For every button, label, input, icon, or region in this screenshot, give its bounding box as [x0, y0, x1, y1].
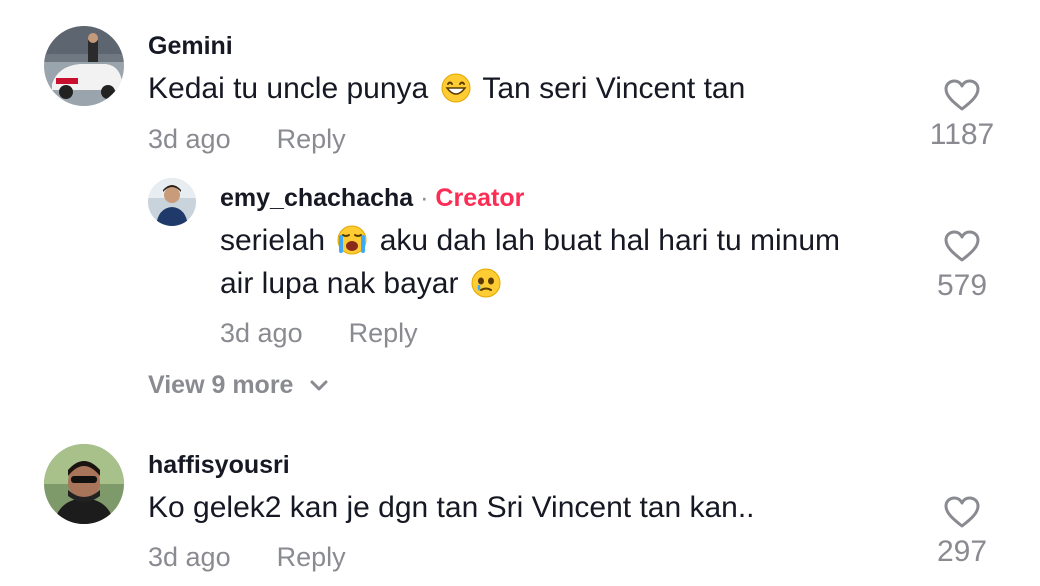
comment-meta: 3d ago Reply	[148, 542, 346, 573]
like-count: 1187	[929, 118, 995, 151]
heart-icon	[944, 496, 980, 528]
reply-button[interactable]: Reply	[277, 542, 346, 572]
comment-timestamp: 3d ago	[148, 124, 231, 154]
reply-text-line-2: air lupa nak bayar	[220, 263, 505, 310]
reply-header: emy_chachacha · Creator	[220, 184, 524, 213]
like-button[interactable]: 579	[917, 229, 1007, 303]
comment-meta: 3d ago Reply	[148, 124, 346, 155]
heart-icon	[944, 230, 980, 262]
reply-text-part: serielah	[220, 224, 326, 257]
avatar-image	[44, 444, 124, 524]
view-more-replies-button[interactable]: View 9 more	[148, 371, 328, 400]
reply-text-part: aku dah lah buat hal hari tu minum	[379, 224, 841, 257]
avatar-image	[44, 26, 124, 106]
comment-username[interactable]: Gemini	[148, 32, 233, 61]
comment-text-part: Tan seri Vincent tan	[482, 72, 746, 105]
avatar[interactable]	[44, 444, 124, 524]
avatar-image	[148, 178, 196, 226]
face-holding-back-tears-emoji	[471, 268, 501, 310]
chevron-down-icon	[310, 380, 328, 391]
like-count: 297	[936, 535, 988, 568]
creator-badge: Creator	[435, 184, 525, 212]
comment-timestamp: 3d ago	[148, 542, 231, 572]
like-button[interactable]: 297	[917, 495, 1007, 569]
separator-dot: ·	[420, 184, 429, 212]
comment-text: Kedai tu uncle punya Tan seri Vincent ta…	[148, 68, 745, 115]
heart-icon	[944, 79, 980, 111]
like-button[interactable]: 1187	[917, 78, 1007, 152]
view-more-label: View 9 more	[148, 371, 294, 399]
reply-button[interactable]: Reply	[349, 318, 418, 348]
reply-button[interactable]: Reply	[277, 124, 346, 154]
reply-text-line-1: serielah aku dah lah buat hal hari tu mi…	[220, 220, 840, 267]
reply-meta: 3d ago Reply	[220, 318, 418, 349]
like-count: 579	[936, 269, 988, 302]
comment-username[interactable]: haffisyousri	[148, 451, 290, 480]
reply-timestamp: 3d ago	[220, 318, 303, 348]
comment-text-part: Kedai tu uncle punya	[148, 72, 429, 105]
reply-text-part: air lupa nak bayar	[220, 267, 459, 300]
avatar[interactable]	[44, 26, 124, 106]
grinning-face-emoji	[441, 73, 471, 115]
reply-username[interactable]: emy_chachacha	[220, 184, 413, 212]
avatar[interactable]	[148, 178, 196, 226]
loudly-crying-face-emoji	[337, 225, 367, 267]
comment-text: Ko gelek2 kan je dgn tan Sri Vincent tan…	[148, 491, 755, 524]
